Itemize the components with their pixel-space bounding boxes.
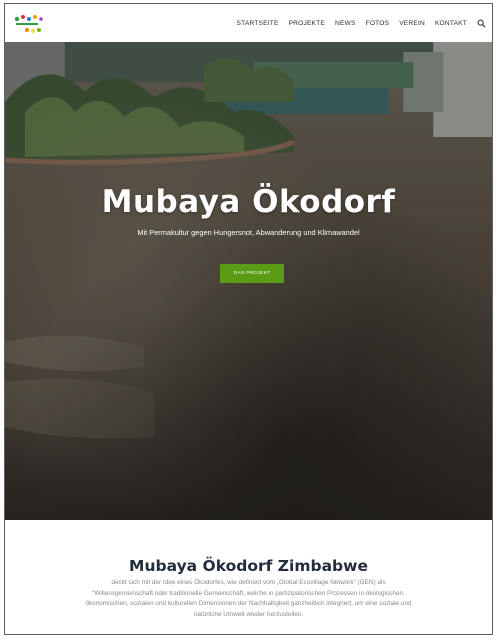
hero-banner: Mubaya Ökodorf Mit Permakultur gegen Hun… bbox=[5, 42, 492, 520]
nav-item-fotos[interactable]: FOTOS bbox=[366, 20, 390, 27]
section-text: deckt sich mit der Idee eines Ökodorfes,… bbox=[85, 579, 412, 618]
hero-subtitle: Mit Permakultur gegen Hungersnot, Abwand… bbox=[137, 228, 360, 237]
intro-section: Mubaya Ökodorf Zimbabwe deckt sich mit d… bbox=[5, 520, 492, 634]
nav-item-kontakt[interactable]: KONTAKT bbox=[435, 20, 467, 27]
mubaya-logo[interactable] bbox=[13, 12, 53, 36]
hero-title: Mubaya Ökodorf bbox=[101, 184, 396, 220]
search-icon[interactable] bbox=[477, 19, 486, 28]
nav-item-projekte[interactable]: PROJEKTE bbox=[289, 20, 325, 27]
project-button[interactable]: DAS PROJEKT bbox=[220, 264, 284, 283]
section-title: Mubaya Ökodorf Zimbabwe bbox=[129, 557, 368, 575]
main-nav: STARTSEITE PROJEKTE NEWS FOTOS VEREIN KO… bbox=[237, 4, 486, 42]
nav-item-verein[interactable]: VEREIN bbox=[399, 20, 425, 27]
site-header: STARTSEITE PROJEKTE NEWS FOTOS VEREIN KO… bbox=[5, 4, 492, 42]
nav-item-news[interactable]: NEWS bbox=[335, 20, 356, 27]
nav-item-startseite[interactable]: STARTSEITE bbox=[237, 20, 279, 27]
browser-frame: STARTSEITE PROJEKTE NEWS FOTOS VEREIN KO… bbox=[4, 3, 493, 635]
